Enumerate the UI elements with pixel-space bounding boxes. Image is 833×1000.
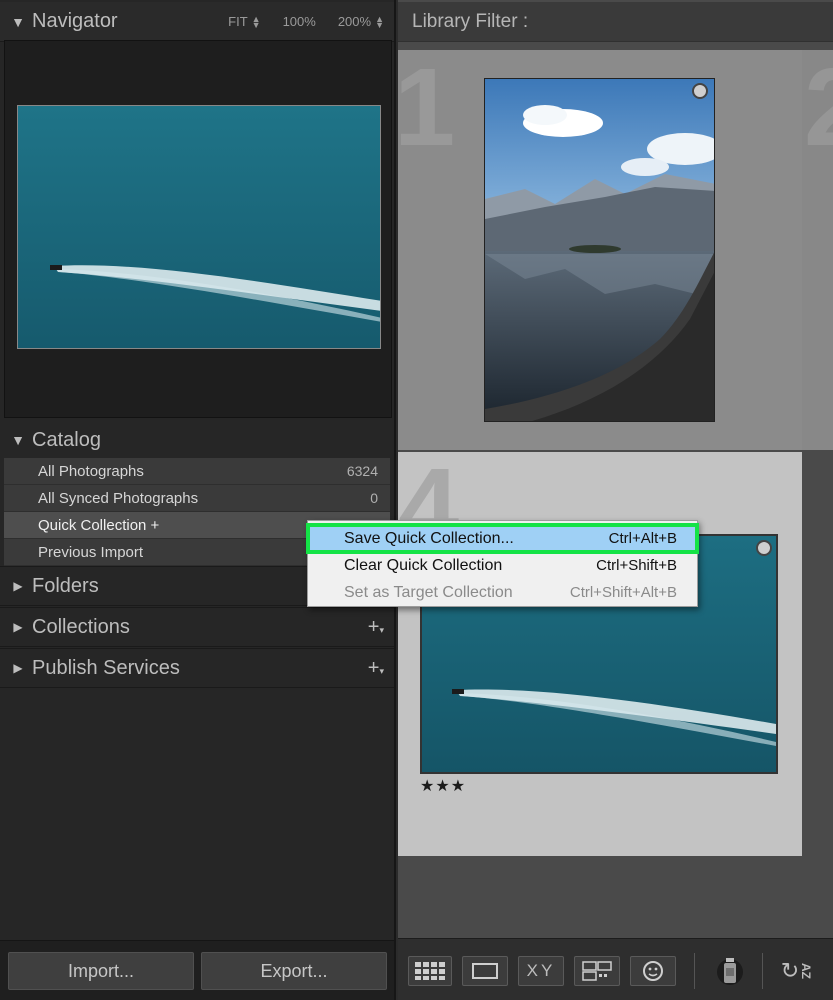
zoom-100[interactable]: 100% xyxy=(283,14,316,29)
item-count: 0 xyxy=(370,490,378,506)
collapse-triangle-icon[interactable]: ▼ xyxy=(4,432,32,448)
catalog-item-all-synced-photographs[interactable]: All Synced Photographs 0 xyxy=(4,485,390,512)
toolbar-divider xyxy=(762,953,763,989)
people-view-button[interactable] xyxy=(630,956,676,986)
boat-wake-image xyxy=(18,106,380,348)
updown-arrows-icon: ▲ ▼ xyxy=(375,13,384,30)
collections-header[interactable]: ▶ Collections +▾ xyxy=(0,607,394,647)
sort-direction-button[interactable]: ↻ AZ xyxy=(772,956,822,986)
sort-refresh-icon: ↻ xyxy=(780,958,800,983)
expand-triangle-icon[interactable]: ▶ xyxy=(4,661,32,675)
navigator-photo-boat xyxy=(17,105,381,349)
library-toolbar: XY ↻ AZ xyxy=(398,938,833,1000)
quick-collection-context-menu: Save Quick Collection... Ctrl+Alt+B Clea… xyxy=(306,520,699,607)
selection-circle-icon[interactable] xyxy=(692,83,708,99)
grid-cell-empty xyxy=(802,452,833,856)
loupe-view-icon xyxy=(472,963,498,979)
grid-view-icon xyxy=(415,962,445,980)
selection-circle-icon[interactable] xyxy=(756,540,772,556)
survey-view-button[interactable] xyxy=(574,956,620,986)
cell-index-number: 1 xyxy=(398,50,456,169)
face-icon xyxy=(643,961,663,981)
sort-az-label: AZ xyxy=(799,963,814,979)
menu-item-set-as-target-collection: Set as Target Collection Ctrl+Shift+Alt+… xyxy=(344,583,677,602)
compare-view-icon: XY xyxy=(526,961,556,980)
zoom-fit[interactable]: FIT ▲ ▼ xyxy=(228,14,260,29)
export-button[interactable]: Export... xyxy=(201,952,387,990)
item-count: 6324 xyxy=(346,463,378,479)
collapse-triangle-icon[interactable]: ▼ xyxy=(4,14,32,30)
grid-cell-portrait[interactable]: 1 xyxy=(398,50,802,450)
menu-item-clear-quick-collection[interactable]: Clear Quick Collection Ctrl+Shift+B xyxy=(308,552,697,579)
menu-shortcut: Ctrl+Shift+Alt+B xyxy=(569,584,677,601)
cell-index-number: 2 xyxy=(804,50,833,171)
menu-shortcut: Ctrl+Shift+B xyxy=(596,557,677,574)
left-panel: ▼ Navigator FIT ▲ ▼ 100% 200% ▲ ▼ ▼ Cata… xyxy=(0,0,396,1000)
grid-cell-boat-selected[interactable]: 4 ★★★ xyxy=(398,452,802,856)
import-button[interactable]: Import... xyxy=(8,952,194,990)
left-footer: Import... Export... xyxy=(0,940,394,1000)
expand-triangle-icon[interactable]: ▶ xyxy=(4,620,32,634)
add-publish-service-plus-icon[interactable]: +▾ xyxy=(368,657,384,680)
grid-area: Library Filter : 1 4 ★★★ XY ↻ AZ xyxy=(398,0,833,1000)
spray-can-icon xyxy=(717,958,743,985)
navigator-title: Navigator xyxy=(32,10,118,32)
toolbar-divider xyxy=(694,953,695,989)
navigator-header[interactable]: ▼ Navigator FIT ▲ ▼ 100% 200% ▲ ▼ xyxy=(0,2,394,42)
thumbnail-mountain-lake[interactable] xyxy=(484,78,715,422)
loupe-view-button[interactable] xyxy=(462,956,508,986)
catalog-title: Catalog xyxy=(32,428,101,451)
menu-shortcut: Ctrl+Alt+B xyxy=(608,530,677,547)
publish-services-header[interactable]: ▶ Publish Services +▾ xyxy=(0,648,394,688)
catalog-header[interactable]: ▼ Catalog xyxy=(0,420,394,460)
library-filter-bar[interactable]: Library Filter : xyxy=(398,2,833,42)
survey-view-icon xyxy=(582,961,612,981)
grid-cell-next[interactable]: 2 xyxy=(802,50,833,450)
menu-item-save-quick-collection[interactable]: Save Quick Collection... Ctrl+Alt+B xyxy=(306,523,699,554)
grid-view-button[interactable] xyxy=(408,956,452,986)
add-collection-plus-icon[interactable]: +▾ xyxy=(368,616,384,639)
mountain-lake-image xyxy=(485,79,714,421)
zoom-200[interactable]: 200% ▲ ▼ xyxy=(338,14,384,29)
navigator-preview[interactable] xyxy=(4,40,392,418)
compare-view-button[interactable]: XY xyxy=(518,956,564,986)
catalog-item-all-photographs[interactable]: All Photographs 6324 xyxy=(4,458,390,485)
navigator-zoom-options: FIT ▲ ▼ 100% 200% ▲ ▼ xyxy=(228,14,384,29)
expand-triangle-icon[interactable]: ▶ xyxy=(4,579,32,593)
star-rating[interactable]: ★★★ xyxy=(420,776,466,796)
updown-arrows-icon: ▲ ▼ xyxy=(251,13,261,30)
painter-spray-button[interactable] xyxy=(704,956,756,986)
